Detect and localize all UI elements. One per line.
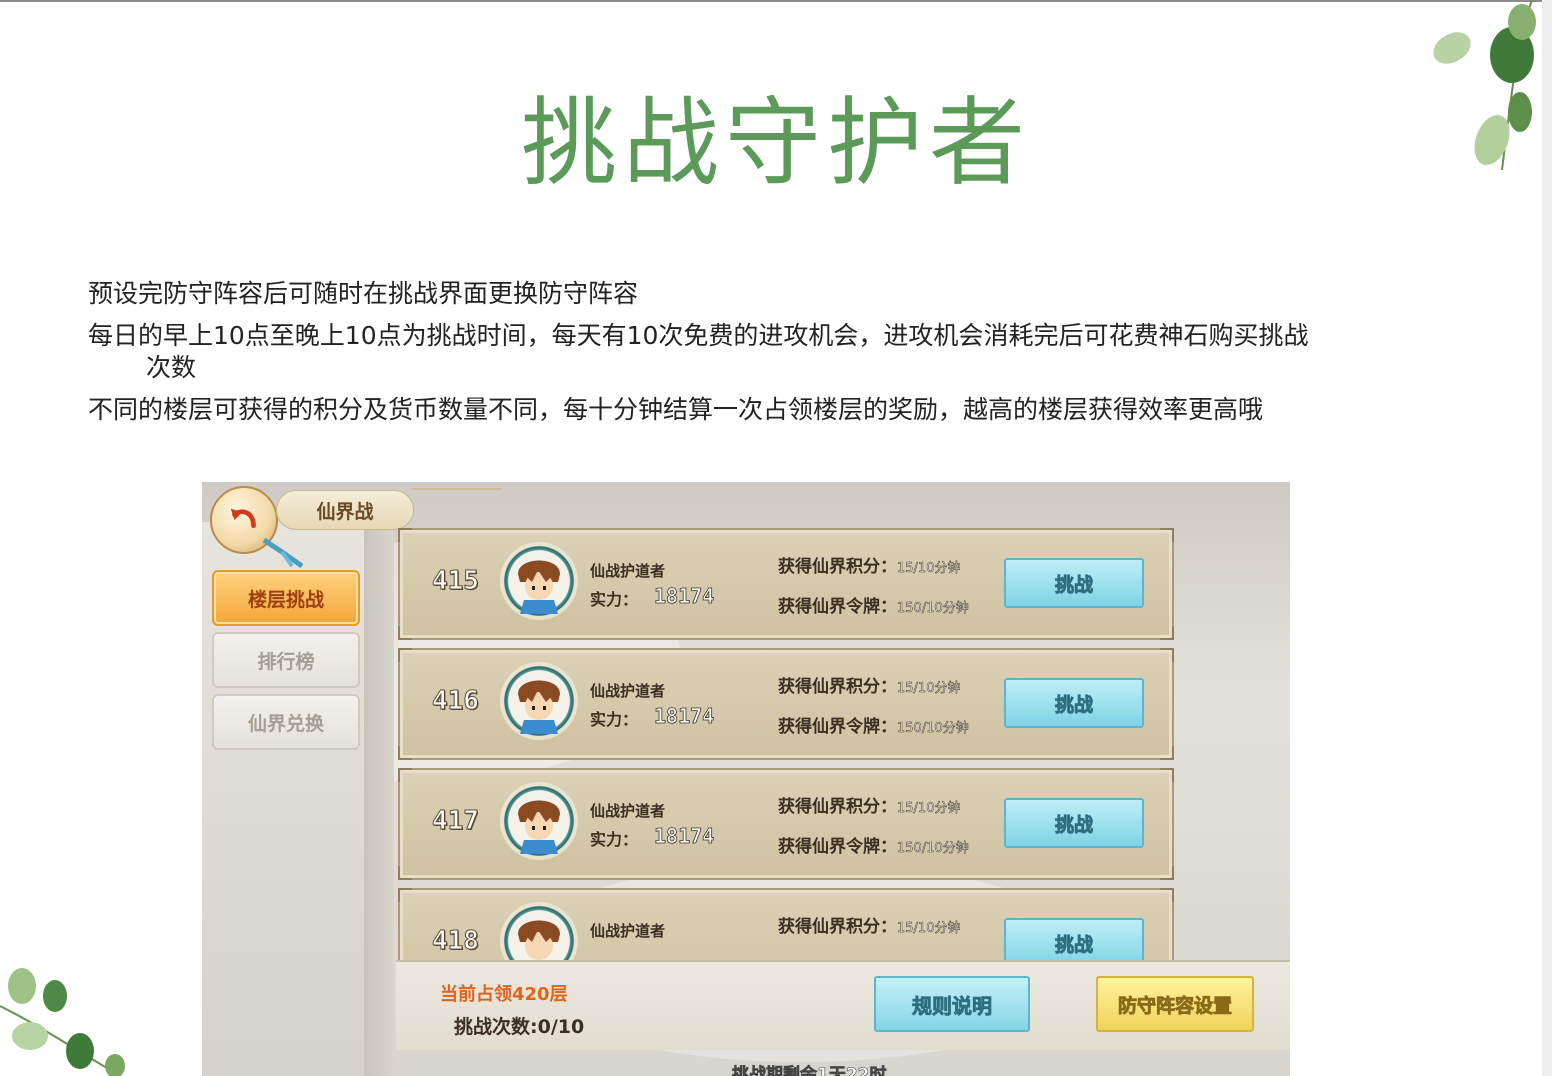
description-line: 每日的早上10点至晚上10点为挑战时间，每天有10次免费的进攻机会，进攻机会消耗… <box>88 321 1309 382</box>
game-screenshot: 仙界战 楼层挑战 排行榜 仙界兑换 415 仙战护道者 实力： 18174 获得… <box>202 482 1290 1076</box>
floor-number: 418 <box>432 926 480 957</box>
power-value: 18174 <box>654 824 715 849</box>
reward-points: 获得仙界积分：15/10分钟 <box>778 677 961 697</box>
top-border <box>0 0 1552 2</box>
hero-name: 仙战护道者 <box>590 562 666 580</box>
floor-number: 417 <box>432 806 480 837</box>
power-label: 实力： <box>590 590 639 609</box>
leaf-decoration-icon <box>0 968 125 1076</box>
challenge-button[interactable]: 挑战 <box>1004 798 1144 848</box>
challenge-button[interactable]: 挑战 <box>1004 678 1144 728</box>
floor-card: 417 仙战护道者 实力： 18174 获得仙界积分：15/10分钟 获得仙界令… <box>398 768 1174 880</box>
screen-title: 仙界战 <box>276 490 414 530</box>
attempts-count: 挑战次数:0/10 <box>454 1016 585 1038</box>
current-floor-status: 当前占领420层 <box>440 984 568 1005</box>
page-title: 挑战守护者 <box>521 87 1031 199</box>
description-line: 不同的楼层可获得的积分及货币数量不同，每十分钟结算一次占领楼层的奖励，越高的楼层… <box>88 395 1264 424</box>
defense-setup-button[interactable]: 防守阵容设置 <box>1096 976 1254 1032</box>
nav-ranking[interactable]: 排行榜 <box>212 632 360 688</box>
tassel-decoration <box>262 538 304 568</box>
challenge-button[interactable]: 挑战 <box>1004 558 1144 608</box>
reward-tokens: 获得仙界令牌：150/10分钟 <box>778 717 969 737</box>
nav-floor-challenge[interactable]: 楼层挑战 <box>212 570 360 626</box>
bottom-bar: 当前占领420层 挑战次数:0/10 规则说明 防守阵容设置 <box>396 960 1290 1050</box>
reward-points: 获得仙界积分：15/10分钟 <box>778 557 961 577</box>
countdown-text: 挑战期剩余1天22时 <box>732 1065 887 1076</box>
rules-button[interactable]: 规则说明 <box>874 976 1030 1032</box>
hero-avatar-icon <box>518 560 560 614</box>
power-value: 18174 <box>654 704 715 729</box>
description-line: 预设完防守阵容后可随时在挑战界面更换防守阵容 <box>88 279 639 308</box>
reward-points: 获得仙界积分：15/10分钟 <box>778 797 961 817</box>
hero-avatar-icon <box>518 800 560 854</box>
nav-exchange[interactable]: 仙界兑换 <box>212 694 360 750</box>
floor-number: 415 <box>432 566 480 597</box>
hero-avatar-icon <box>518 680 560 734</box>
power-label: 实力： <box>590 710 639 729</box>
floor-card: 415 仙战护道者 实力： 18174 获得仙界积分：15/10分钟 获得仙界令… <box>398 528 1174 640</box>
back-arrow-icon <box>230 508 256 529</box>
reward-points: 获得仙界积分：15/10分钟 <box>778 917 961 937</box>
hero-name: 仙战护道者 <box>590 682 666 700</box>
power-value: 18174 <box>654 584 715 609</box>
description-block: 预设完防守阵容后可随时在挑战界面更换防守阵容 每日的早上10点至晚上10点为挑战… <box>88 276 1458 434</box>
floor-card: 416 仙战护道者 实力： 18174 获得仙界积分：15/10分钟 获得仙界令… <box>398 648 1174 760</box>
floor-number: 416 <box>432 686 480 717</box>
hero-name: 仙战护道者 <box>590 922 666 940</box>
reward-tokens: 获得仙界令牌：150/10分钟 <box>778 837 969 857</box>
reward-tokens: 获得仙界令牌：150/10分钟 <box>778 597 969 617</box>
hero-name: 仙战护道者 <box>590 802 666 820</box>
power-label: 实力： <box>590 830 639 849</box>
